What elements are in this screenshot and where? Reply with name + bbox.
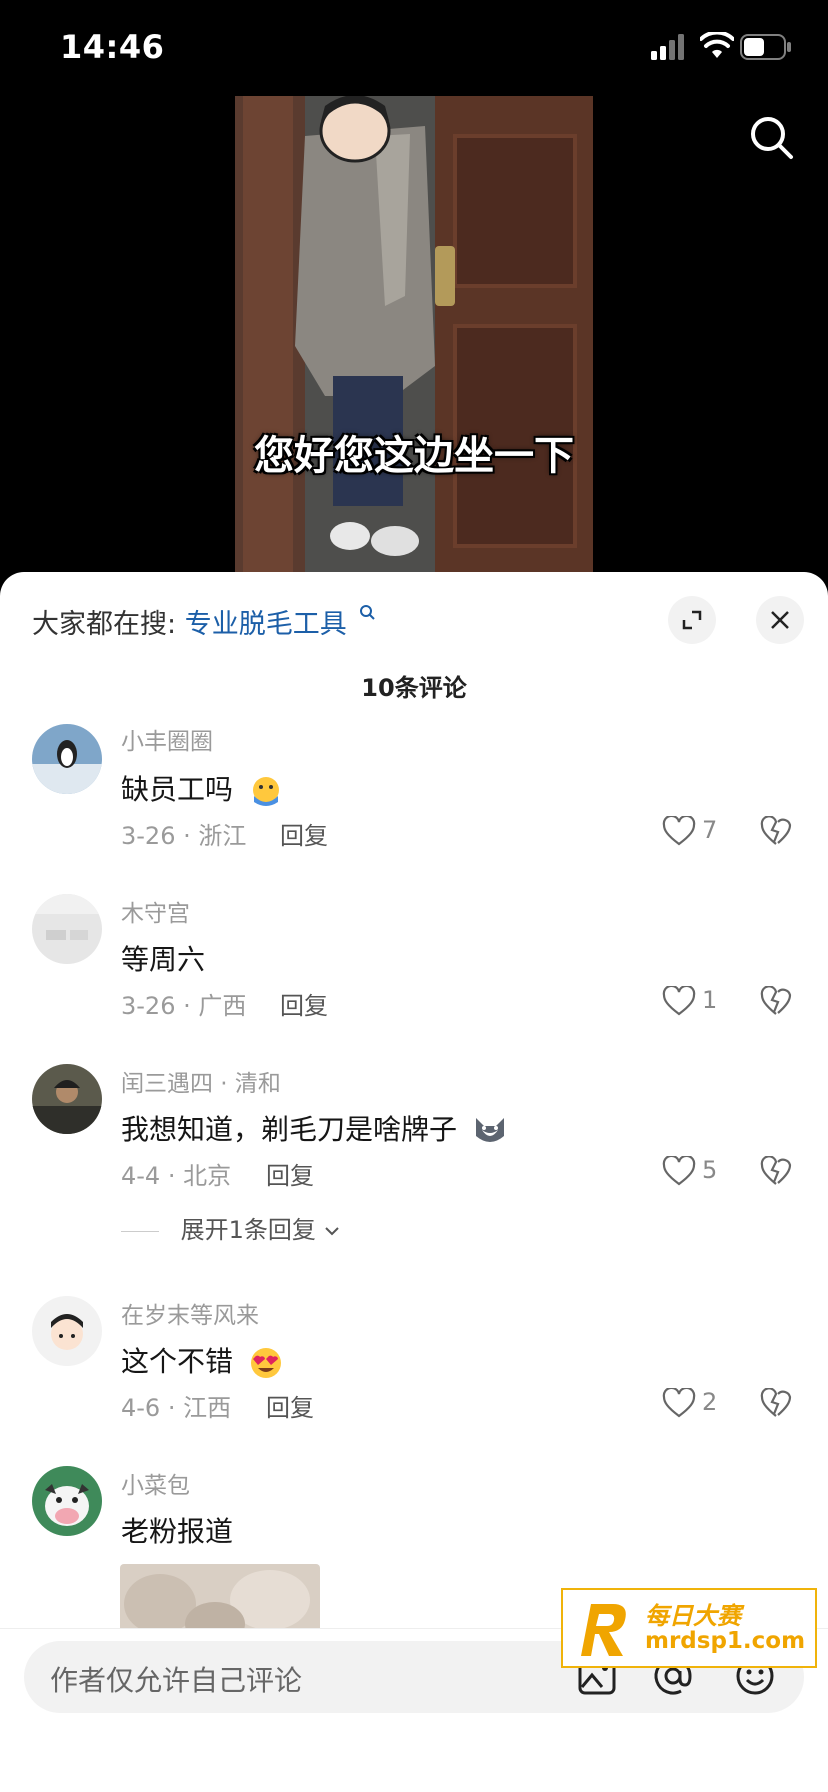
comment-text: 这个不错 — [121, 1340, 284, 1380]
like-icon[interactable] — [662, 986, 696, 1016]
heart-eyes-emoji-icon — [250, 1348, 281, 1378]
comment-date-region: 3-26 · 浙江 — [121, 822, 247, 850]
reply-button[interactable]: 回复 — [280, 816, 328, 851]
comment-body: 我想知道，剃毛刀是啥牌子 — [121, 1113, 458, 1146]
avatar[interactable] — [32, 894, 102, 964]
avatar[interactable] — [32, 1064, 102, 1134]
comment-item: 小菜包 老粉报道 — [0, 572, 828, 1548]
comment-body: 这个不错 — [121, 1345, 234, 1378]
like-icon[interactable] — [662, 816, 696, 846]
search-icon[interactable] — [748, 114, 794, 160]
hug-emoji-icon — [252, 777, 279, 806]
expand-replies-button[interactable]: 展开1条回复 — [121, 1210, 340, 1245]
watermark-cn: 每日大赛 — [645, 1602, 741, 1630]
like-icon[interactable] — [662, 1388, 696, 1418]
comment-date-region: 4-6 · 江西 — [121, 1394, 232, 1422]
like-count: 2 — [702, 1388, 718, 1416]
dislike-icon[interactable] — [760, 1156, 792, 1186]
comment-body: 等周六 — [121, 943, 206, 976]
wifi-icon — [700, 32, 734, 58]
comment-date-region: 3-26 · 广西 — [121, 992, 247, 1020]
husky-emoji-icon — [475, 1118, 504, 1142]
like-count: 1 — [702, 986, 718, 1014]
battery-icon — [740, 34, 791, 60]
comment-sheet: 大家都在搜: 专业脱毛工具 10条评论 小丰圈圈 缺员工吗 3-26 · 浙江 … — [0, 572, 828, 1792]
like-count: 5 — [702, 1156, 718, 1184]
comment-date-region: 4-4 · 北京 — [121, 1162, 232, 1190]
comment-username[interactable]: 闰三遇四 · 清和 — [121, 1064, 281, 1098]
status-time: 14:46 — [60, 28, 165, 66]
comment-text: 我想知道，剃毛刀是啥牌子 — [121, 1108, 508, 1148]
comment-body: 缺员工吗 — [121, 773, 234, 806]
comment-username[interactable]: 木守宫 — [121, 894, 190, 928]
comment-input-placeholder: 作者仅允许自己评论 — [50, 1664, 303, 1697]
watermark-en: mrdsp1.com — [645, 1628, 806, 1654]
avatar[interactable] — [32, 1296, 102, 1366]
avatar[interactable] — [32, 724, 102, 794]
comment-username[interactable]: 小菜包 — [121, 1466, 190, 1500]
reply-button[interactable]: 回复 — [280, 986, 328, 1021]
reply-button[interactable]: 回复 — [266, 1388, 314, 1423]
watermark-logo: 每日大赛 mrdsp1.com — [561, 1588, 817, 1668]
like-count: 7 — [702, 816, 718, 844]
like-icon[interactable] — [662, 1156, 696, 1186]
status-bar: 14:46 — [0, 0, 828, 96]
video-subtitle: 您好您这边坐一下 — [254, 433, 574, 479]
cellular-signal-icon — [651, 34, 684, 60]
comment-body: 老粉报道 — [121, 1515, 234, 1548]
reply-button[interactable]: 回复 — [266, 1156, 314, 1191]
divider — [121, 1230, 159, 1232]
chevron-down-icon — [324, 1227, 339, 1236]
dislike-icon[interactable] — [760, 986, 792, 1016]
comment-username[interactable]: 在岁末等风来 — [121, 1296, 259, 1330]
dislike-icon[interactable] — [760, 816, 792, 846]
dislike-icon[interactable] — [760, 1388, 792, 1418]
video-frame-image — [235, 96, 593, 572]
expand-replies-label: 展开1条回复 — [180, 1216, 316, 1244]
avatar[interactable] — [32, 1466, 102, 1536]
video-player[interactable]: 您好您这边坐一下 — [235, 96, 593, 572]
watermark-r-icon — [581, 1604, 626, 1656]
comment-text: 缺员工吗 — [121, 768, 284, 808]
